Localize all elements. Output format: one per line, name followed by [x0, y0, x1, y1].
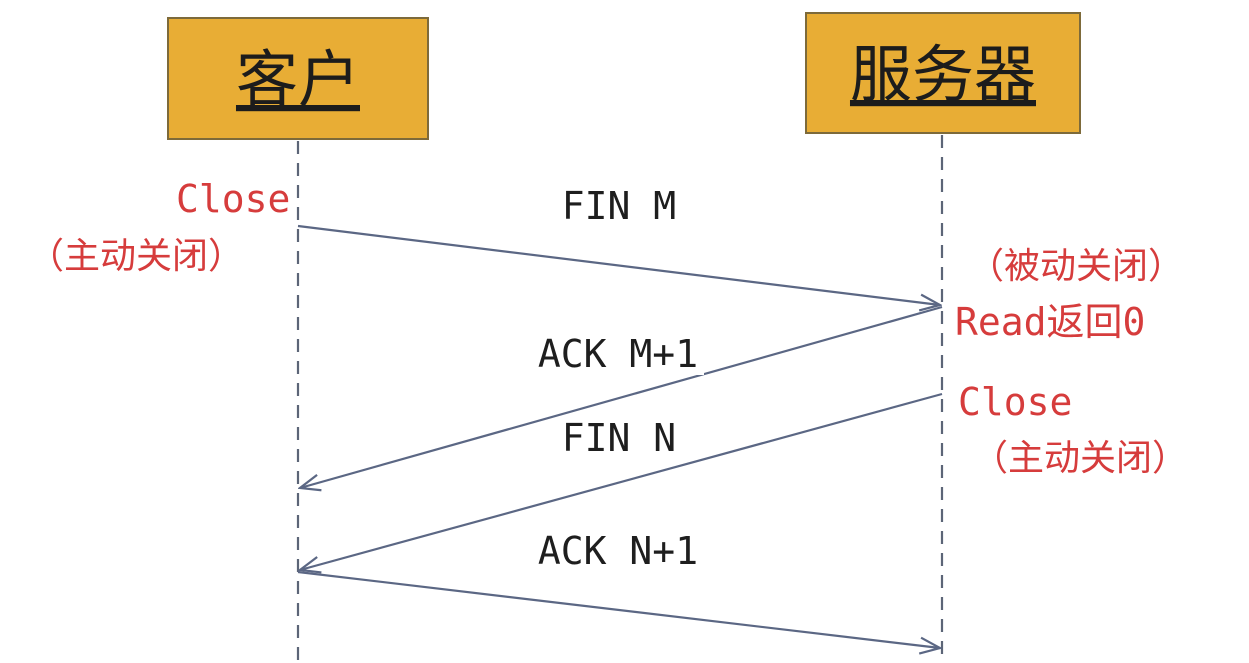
server-active-close-note: （主动关闭）	[972, 438, 1188, 479]
fin-n-label: FIN N	[562, 416, 676, 460]
server-actor: 服务器	[805, 12, 1081, 134]
fin-m-label: FIN M	[562, 184, 676, 228]
client-close-note: Close	[176, 177, 290, 221]
server-passive-close-note: （被动关闭）	[968, 246, 1184, 287]
client-active-close-note: （主动关闭）	[28, 236, 244, 277]
fin-m-arrow	[297, 224, 940, 305]
tcp-close-sequence-diagram: 客户 服务器 FIN M ACK M+1 FIN N ACK N+1 Close…	[28, 12, 1188, 663]
ack-n1-label: ACK N+1	[538, 529, 698, 573]
ack-n1-arrow	[297, 570, 940, 648]
server-label: 服务器	[850, 38, 1036, 111]
client-label: 客户	[236, 43, 360, 116]
ack-m1-label: ACK M+1	[538, 332, 698, 376]
client-actor: 客户	[167, 17, 429, 140]
server-read-note: Read返回0	[955, 300, 1145, 344]
server-close-note: Close	[958, 380, 1072, 424]
